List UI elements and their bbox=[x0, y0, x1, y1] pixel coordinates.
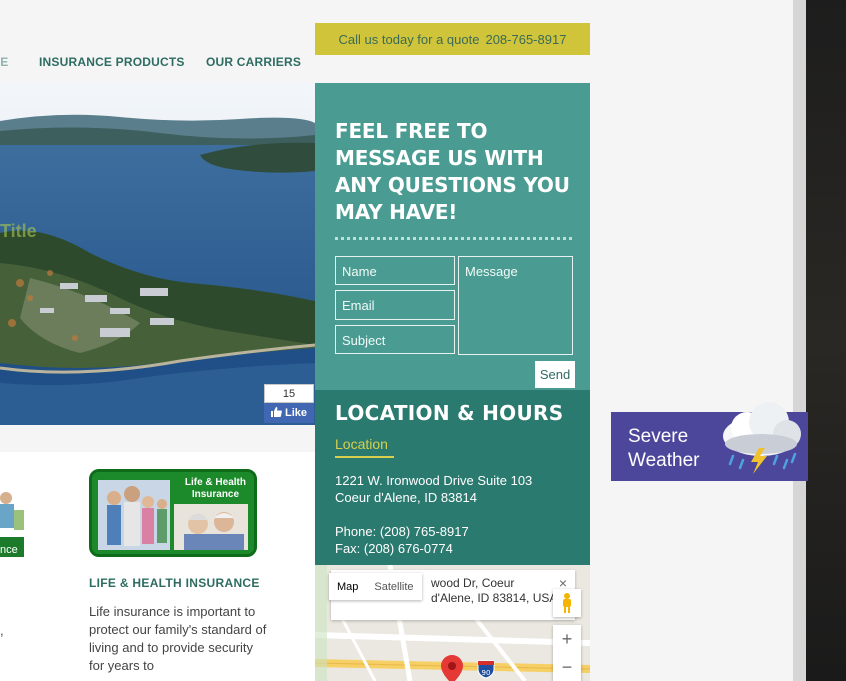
nav-item-our-carriers[interactable]: OUR CARRIERS bbox=[206, 55, 301, 69]
location-heading: LOCATION & HOURS bbox=[335, 401, 564, 425]
tab-map[interactable]: Map bbox=[329, 573, 366, 600]
weather-text: Severe Weather bbox=[628, 425, 699, 473]
zoom-in-button[interactable]: + bbox=[553, 625, 581, 653]
pegman-icon[interactable] bbox=[553, 589, 581, 617]
life-image-label-line2: Insurance bbox=[191, 489, 240, 500]
dotted-divider bbox=[335, 237, 572, 240]
nav-item-insurance-products[interactable]: INSURANCE PRODUCTS bbox=[39, 55, 185, 69]
map-zoom-controls: + − bbox=[553, 625, 581, 681]
tab-satellite[interactable]: Satellite bbox=[366, 573, 421, 600]
contact-heading: FEEL FREE TO MESSAGE US WITH ANY QUESTIO… bbox=[335, 119, 570, 224]
name-field[interactable]: Name bbox=[335, 256, 455, 285]
call-phone[interactable]: 208-765-8917 bbox=[485, 32, 566, 47]
page: Call us today for a quote 208-765-8917 M… bbox=[0, 0, 793, 681]
storm-cloud-icon bbox=[717, 398, 805, 483]
location-subheading: Location bbox=[335, 436, 388, 452]
weather-line-1: Severe bbox=[628, 426, 689, 447]
weather-line-2: Weather bbox=[628, 450, 700, 471]
subject-field[interactable]: Subject bbox=[335, 325, 455, 354]
zoom-out-button[interactable]: − bbox=[553, 653, 581, 681]
contact-numbers: Phone: (208) 765-8917 Fax: (208) 676-077… bbox=[335, 523, 469, 557]
life-health-description: Life insurance is important to protect o… bbox=[89, 604, 267, 673]
email-field[interactable]: Email bbox=[335, 290, 455, 320]
left-image-label: nce bbox=[0, 544, 18, 556]
location-panel: LOCATION & HOURS Location 1221 W. Ironwo… bbox=[315, 390, 590, 565]
life-image-label-line1: Life & Health bbox=[184, 477, 246, 488]
hero-image: Title bbox=[0, 83, 315, 425]
life-image-label: Life & Health Insurance bbox=[185, 477, 246, 501]
interstate-shield-icon: 90 bbox=[477, 660, 495, 679]
page-scrollbar[interactable] bbox=[793, 0, 806, 681]
fax-number: Fax: (208) 676-0774 bbox=[335, 541, 453, 556]
address: 1221 W. Ironwood Drive Suite 103 Coeur d… bbox=[335, 472, 532, 506]
lake-landscape-image bbox=[0, 83, 315, 425]
severe-weather-widget[interactable]: Severe Weather bbox=[611, 402, 808, 481]
facebook-like-widget[interactable]: 15 Like bbox=[264, 384, 314, 424]
phone-number: Phone: (208) 765-8917 bbox=[335, 524, 469, 539]
products-section: nce , Life & Health Insurance LIFE & HEA… bbox=[0, 452, 315, 681]
bubble-line-2: d'Alene, ID 83814, USA bbox=[431, 591, 558, 605]
product-image-partial[interactable]: nce bbox=[0, 482, 24, 557]
call-banner[interactable]: Call us today for a quote 208-765-8917 bbox=[315, 23, 590, 55]
contact-panel: FEEL FREE TO MESSAGE US WITH ANY QUESTIO… bbox=[315, 83, 590, 390]
life-health-title[interactable]: LIFE & HEALTH INSURANCE bbox=[89, 576, 260, 590]
call-label: Call us today for a quote bbox=[338, 31, 480, 47]
background-strip bbox=[806, 0, 846, 681]
google-map[interactable]: 90 wood Dr, Coeur d'Alene, ID 83814, USA… bbox=[315, 565, 590, 681]
address-line-1: 1221 W. Ironwood Drive Suite 103 bbox=[335, 473, 533, 488]
send-button[interactable]: Send bbox=[535, 361, 575, 388]
message-field[interactable]: Message bbox=[458, 256, 573, 355]
bubble-line-1: wood Dr, Coeur bbox=[431, 576, 515, 590]
facebook-like-button[interactable]: Like bbox=[264, 403, 314, 423]
address-line-2: Coeur d'Alene, ID 83814 bbox=[335, 490, 477, 505]
left-text-fragment: , bbox=[0, 623, 4, 638]
life-health-image[interactable]: Life & Health Insurance bbox=[89, 469, 257, 557]
subheading-underline bbox=[335, 456, 394, 458]
map-type-tabs: Map Satellite bbox=[329, 573, 422, 600]
hero-overlay-title: Title bbox=[0, 221, 37, 241]
like-count: 15 bbox=[264, 384, 314, 403]
like-label: Like bbox=[284, 407, 307, 419]
thumbs-up-icon bbox=[270, 406, 282, 420]
nav-item-home[interactable]: ME bbox=[0, 55, 8, 69]
interstate-number: 90 bbox=[482, 669, 491, 677]
